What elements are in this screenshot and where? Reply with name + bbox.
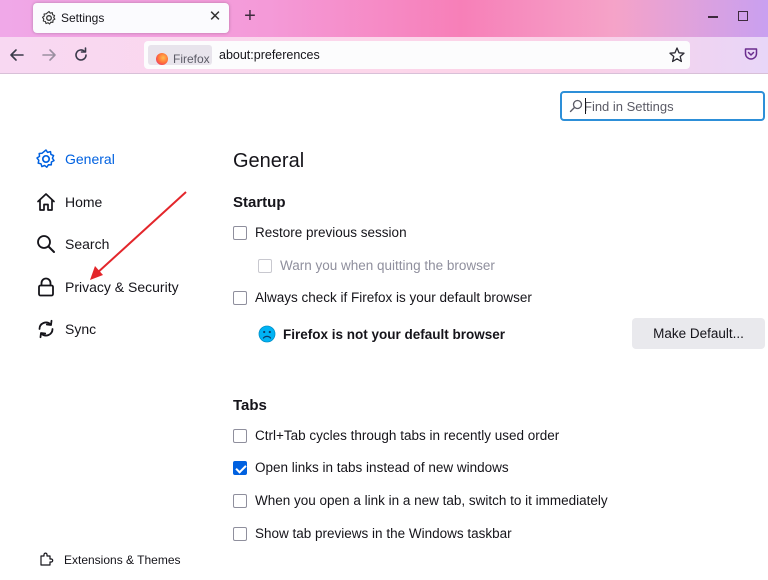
sidebar-item-home[interactable]: Home — [33, 187, 203, 217]
tab-title: Settings — [61, 11, 105, 25]
back-arrow-icon[interactable] — [6, 44, 28, 66]
switch-to-new-tab-label: When you open a link in a new tab, switc… — [255, 493, 608, 508]
tab-settings[interactable]: Settings ✕ — [33, 3, 229, 33]
tabs-heading: Tabs — [233, 397, 267, 414]
sidebar-item-general[interactable]: General — [33, 144, 203, 174]
sidebar-item-label: Home — [65, 194, 103, 210]
warn-quitting-label: Warn you when quitting the browser — [280, 258, 495, 273]
url-bar[interactable]: Firefox about:preferences — [144, 41, 690, 69]
make-default-button[interactable]: Make Default... — [632, 318, 765, 349]
forward-arrow-icon[interactable] — [38, 44, 60, 66]
maximize-icon[interactable] — [738, 11, 748, 21]
restore-session-checkbox[interactable] — [233, 226, 247, 240]
default-browser-checkbox[interactable] — [233, 291, 247, 305]
star-bookmark-icon[interactable] — [668, 46, 686, 64]
extensions-themes-label: Extensions & Themes — [64, 553, 181, 567]
text-caret — [585, 98, 586, 114]
navigation-toolbar: Firefox about:preferences — [0, 37, 768, 74]
sidebar-item-search[interactable]: Search — [33, 229, 203, 259]
tab-strip: Settings ✕ + — [0, 0, 768, 37]
page-title: General — [233, 150, 305, 172]
sync-icon — [38, 319, 54, 339]
sidebar-item-privacy-security[interactable]: Privacy & Security — [33, 272, 203, 302]
home-icon — [37, 193, 55, 211]
identity-label: Firefox — [173, 52, 210, 66]
close-tab-icon[interactable]: ✕ — [207, 9, 223, 25]
ctrl-tab-checkbox[interactable] — [233, 429, 247, 443]
tab-previews-checkbox[interactable] — [233, 527, 247, 541]
search-input[interactable] — [584, 95, 759, 117]
identity-box[interactable]: Firefox — [148, 45, 212, 66]
sidebar-extensions-themes[interactable]: Extensions & Themes — [38, 548, 208, 572]
open-links-in-tabs-checkbox[interactable] — [233, 461, 247, 475]
url-text[interactable]: about:preferences — [219, 48, 320, 62]
search-icon — [569, 99, 583, 113]
not-default-text: Firefox is not your default browser — [283, 327, 506, 342]
switch-to-new-tab-checkbox[interactable] — [233, 494, 247, 508]
new-tab-button[interactable]: + — [240, 6, 260, 27]
warn-quitting-checkbox — [258, 259, 272, 273]
gear-icon — [36, 149, 55, 168]
sidebar-item-label: Search — [65, 236, 110, 252]
reload-icon[interactable] — [70, 44, 92, 66]
search-icon — [37, 235, 55, 253]
pocket-icon[interactable] — [743, 46, 759, 62]
puzzle-icon — [40, 552, 54, 566]
restore-session-label: Restore previous session — [255, 225, 407, 240]
sidebar-item-sync[interactable]: Sync — [33, 314, 203, 344]
sidebar-item-label: Privacy & Security — [65, 279, 179, 295]
gear-icon — [41, 10, 56, 25]
firefox-logo-icon — [156, 53, 168, 65]
sidebar-item-label: Sync — [65, 321, 97, 337]
lock-icon — [38, 277, 54, 297]
sad-face-icon — [258, 325, 276, 343]
sidebar-item-label: General — [65, 151, 115, 167]
open-links-in-tabs-label: Open links in tabs instead of new window… — [255, 460, 509, 475]
default-browser-label: Always check if Firefox is your default … — [255, 290, 532, 305]
find-in-settings[interactable] — [560, 91, 765, 121]
minimize-icon[interactable] — [708, 16, 718, 18]
ctrl-tab-label: Ctrl+Tab cycles through tabs in recently… — [255, 428, 560, 443]
startup-heading: Startup — [233, 194, 286, 211]
tab-previews-label: Show tab previews in the Windows taskbar — [255, 526, 512, 541]
